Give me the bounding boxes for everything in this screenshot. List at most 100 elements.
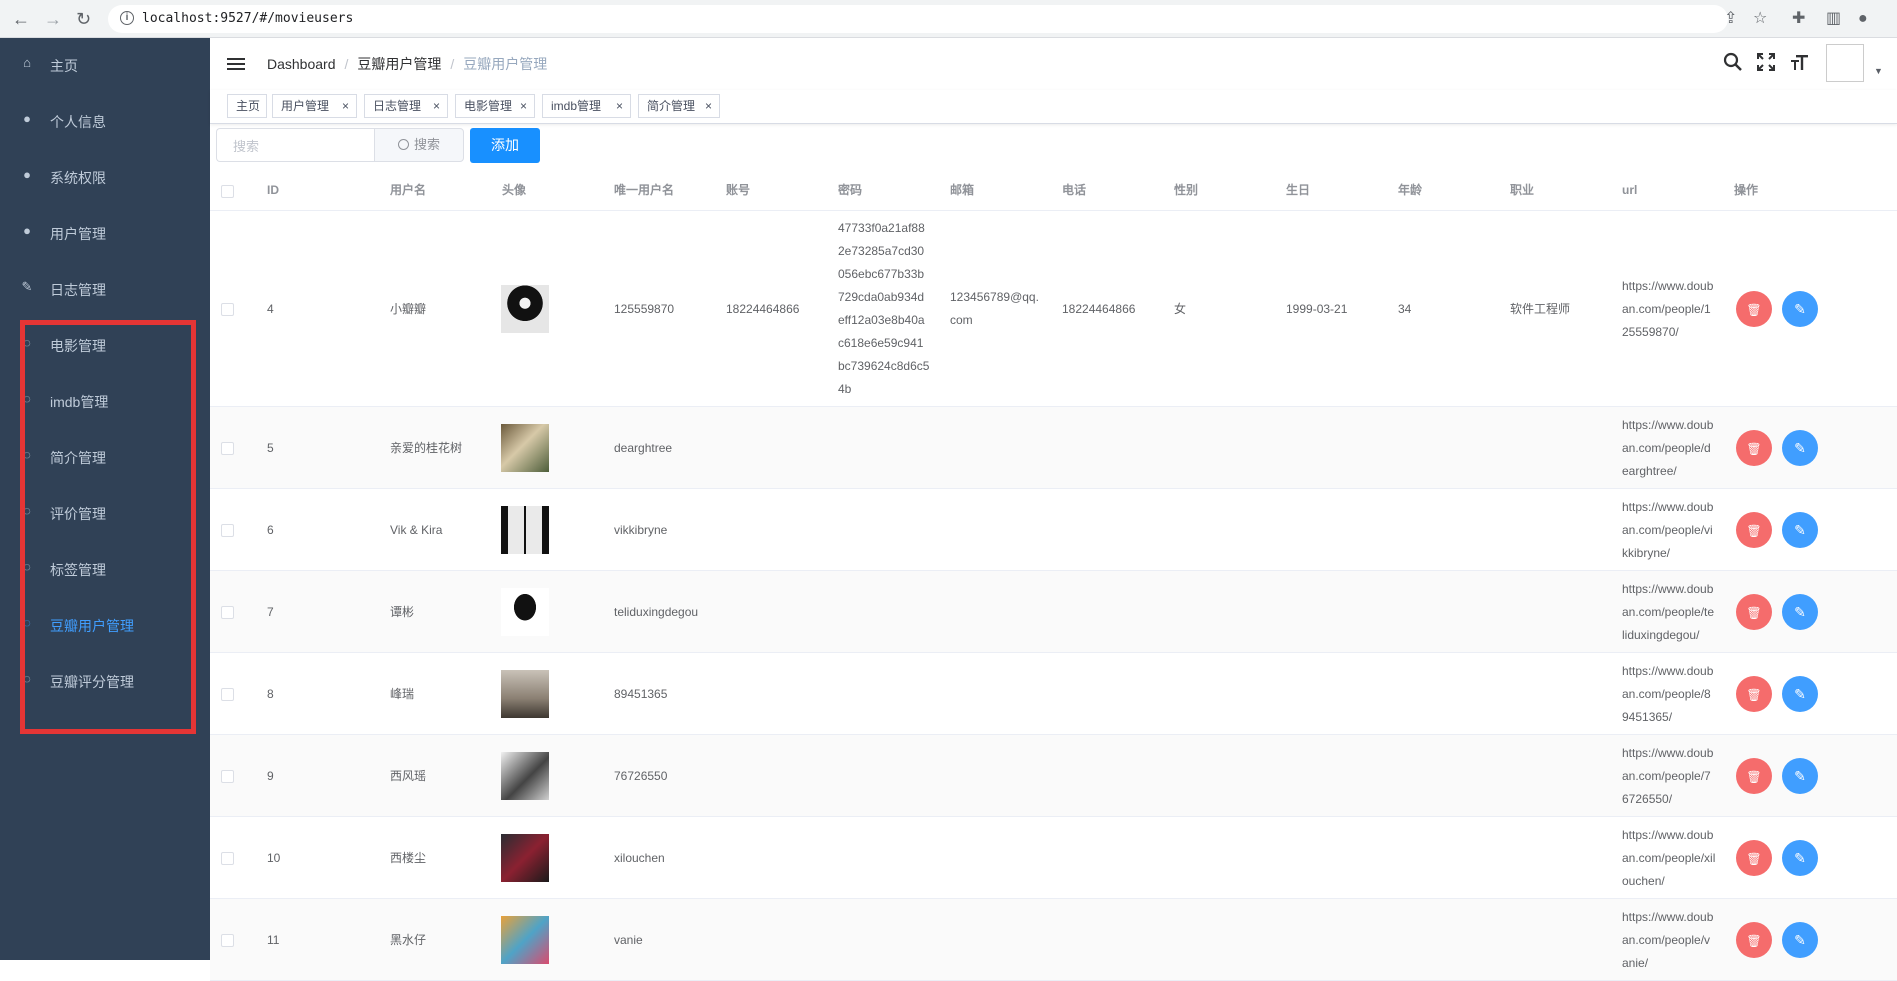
address-bar[interactable]: i localhost:9527/#/movieusers <box>108 5 1728 33</box>
tag-close-icon[interactable]: × <box>433 95 440 117</box>
tag-close-icon[interactable]: × <box>520 95 527 117</box>
row-checkbox[interactable] <box>221 770 234 783</box>
cell-username: 亲爱的桂花树 <box>390 440 463 455</box>
search-input-field[interactable] <box>231 130 365 162</box>
avatar-image <box>501 834 549 882</box>
edit-button[interactable]: ✎ <box>1782 594 1818 630</box>
tag-item[interactable]: 电影管理 × <box>455 94 535 118</box>
tag-label: 日志管理 <box>373 99 422 113</box>
edit-button[interactable]: ✎ <box>1782 291 1818 327</box>
delete-button[interactable]: 🗑 <box>1736 291 1772 327</box>
edit-icon: ✎ <box>1794 850 1806 866</box>
tag-close-icon[interactable]: × <box>616 95 623 117</box>
cell-unique: xilouchen <box>614 850 665 865</box>
tag-item[interactable]: 简介管理 × <box>638 94 720 118</box>
bookmark-star-icon[interactable]: ☆ <box>1753 10 1767 28</box>
cell-job: 软件工程师 <box>1510 301 1571 316</box>
row-checkbox[interactable] <box>221 524 234 537</box>
edit-button[interactable]: ✎ <box>1782 840 1818 876</box>
row-checkbox[interactable] <box>221 934 234 947</box>
cell-id: 4 <box>267 301 274 316</box>
select-all-checkbox[interactable] <box>221 185 234 198</box>
site-info-icon[interactable]: i <box>120 11 134 25</box>
delete-button[interactable]: 🗑 <box>1736 512 1772 548</box>
cell-id: 9 <box>267 768 274 783</box>
sidebar-item[interactable]: ● 个人信息 <box>0 94 210 150</box>
share-icon[interactable]: ⇪ <box>1724 10 1737 28</box>
table-row: 6 Vik & Kira vikkibryne https://www.douban.… <box>210 489 1897 571</box>
tag-close-icon[interactable]: × <box>342 95 349 117</box>
user-avatar[interactable] <box>1826 44 1864 82</box>
search-button[interactable]: 搜索 <box>374 128 464 162</box>
trash-icon: 🗑 <box>1746 770 1762 784</box>
cell-email: 123456789@qq.com <box>950 290 1039 327</box>
menu-icon: ⌂ <box>23 55 31 70</box>
breadcrumb-dashboard[interactable]: Dashboard <box>267 56 336 72</box>
delete-button[interactable]: 🗑 <box>1736 840 1772 876</box>
delete-button[interactable]: 🗑 <box>1736 676 1772 712</box>
breadcrumb-parent[interactable]: 豆瓣用户管理 <box>357 56 441 72</box>
extensions-icon[interactable]: ✚ <box>1792 10 1805 28</box>
sidebar-item[interactable]: ● 用户管理 <box>0 206 210 262</box>
table-row: 9 西风瑶 76726550 https://www.douban.com/peopl… <box>210 735 1897 817</box>
tag-item[interactable]: 用户管理 × <box>272 94 357 118</box>
delete-button[interactable]: 🗑 <box>1736 430 1772 466</box>
font-size-icon[interactable] <box>1790 52 1810 78</box>
side-panel-icon[interactable]: ▥ <box>1826 10 1841 28</box>
reload-icon[interactable]: ↻ <box>76 8 91 30</box>
sidebar-item-label: 个人信息 <box>50 114 106 130</box>
cell-age: 34 <box>1398 301 1412 316</box>
edit-button[interactable]: ✎ <box>1782 676 1818 712</box>
table-header: ID 用户名 头像 唯一用户名 账号 密码 邮箱 电话 性别 生日 年龄 职业 url 操作 <box>210 172 1897 211</box>
delete-button[interactable]: 🗑 <box>1736 594 1772 630</box>
sidebar-item[interactable]: ● 系统权限 <box>0 150 210 206</box>
forward-icon[interactable]: → <box>44 8 62 30</box>
edit-button[interactable]: ✎ <box>1782 512 1818 548</box>
edit-button[interactable]: ✎ <box>1782 922 1818 958</box>
search-input[interactable] <box>216 128 374 162</box>
tag-close-icon[interactable]: × <box>705 95 712 117</box>
tag-item[interactable]: imdb管理 × <box>542 94 631 118</box>
cell-username: 西风瑶 <box>390 768 427 783</box>
cell-id: 11 <box>267 932 280 947</box>
cell-url: https://www.douban.com/people/xilouchen/ <box>1622 827 1716 888</box>
row-checkbox[interactable] <box>221 442 234 455</box>
avatar-image <box>501 285 549 333</box>
cell-unique: 89451365 <box>614 686 668 701</box>
add-button[interactable]: 添加 <box>470 128 540 163</box>
trash-icon: 🗑 <box>1746 688 1762 702</box>
cell-username: 西楼尘 <box>390 850 427 865</box>
fullscreen-icon[interactable] <box>1756 52 1776 78</box>
back-icon[interactable]: ← <box>12 8 30 30</box>
row-checkbox[interactable] <box>221 606 234 619</box>
caret-down-icon[interactable]: ▼ <box>1874 66 1883 76</box>
sidebar-item[interactable]: ⌂ 主页 <box>0 38 210 94</box>
avatar-image <box>501 670 549 718</box>
delete-button[interactable]: 🗑 <box>1736 922 1772 958</box>
hamburger-menu-icon[interactable] <box>227 55 245 71</box>
avatar-image <box>501 424 549 472</box>
menu-icon: ● <box>23 111 31 126</box>
edit-button[interactable]: ✎ <box>1782 430 1818 466</box>
cell-id: 8 <box>267 686 274 701</box>
table-row: 11 黑水仔 vanie https://www.douban.com/people/… <box>210 899 1897 981</box>
table-row: 5 亲爱的桂花树 dearghtree https://www.douban.com/… <box>210 407 1897 489</box>
tag-item[interactable]: 日志管理 × <box>364 94 448 118</box>
delete-button[interactable]: 🗑 <box>1736 758 1772 794</box>
row-checkbox[interactable] <box>221 688 234 701</box>
edit-icon: ✎ <box>1794 768 1806 784</box>
search-icon[interactable] <box>1723 52 1743 78</box>
trash-icon: 🗑 <box>1746 524 1762 538</box>
url-text[interactable]: localhost:9527/#/movieusers <box>142 11 353 26</box>
row-checkbox[interactable] <box>221 303 234 316</box>
edit-button[interactable]: ✎ <box>1782 758 1818 794</box>
column-header: 头像 <box>502 183 527 197</box>
tag-item[interactable]: 主页 <box>227 94 267 118</box>
sidebar-item[interactable]: ✎ 日志管理 <box>0 262 210 318</box>
cell-unique: vikkibryne <box>614 522 668 537</box>
profile-icon[interactable]: ● <box>1858 10 1868 28</box>
cell-unique: 76726550 <box>614 768 668 783</box>
row-checkbox[interactable] <box>221 852 234 865</box>
cell-unique: vanie <box>614 932 643 947</box>
tag-label: 主页 <box>236 99 261 113</box>
